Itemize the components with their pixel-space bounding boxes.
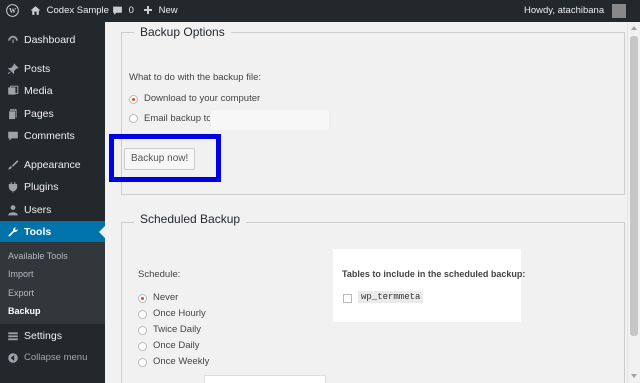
scheduled-backup-legend: Scheduled Backup	[134, 212, 247, 226]
pages-icon	[8, 109, 17, 120]
email-radio-label[interactable]: Email backup to:	[144, 113, 214, 124]
tables-panel: Tables to include in the scheduled backu…	[333, 249, 525, 322]
settings-icon	[8, 332, 18, 341]
comment-icon	[113, 6, 122, 15]
schedule-option-label[interactable]: Once Hourly	[153, 308, 206, 319]
svg-text:W: W	[9, 7, 17, 15]
email-radio[interactable]	[129, 114, 138, 123]
backup-destination-label: What to do with the backup file:	[129, 72, 262, 83]
sidebar-item-label: Appearance	[24, 159, 81, 171]
sidebar-item-media[interactable]: Media	[0, 80, 105, 102]
schedule-hourly-radio[interactable]	[138, 310, 147, 319]
account-menu[interactable]: Howdy, atachibana	[524, 0, 604, 22]
sidebar-item-label: Posts	[24, 63, 51, 75]
submenu-item-import[interactable]: Import	[8, 269, 34, 279]
sidebar-item-label: Settings	[24, 330, 62, 342]
table-name: wp_termmeta	[358, 291, 424, 303]
dashboard-icon	[8, 35, 18, 43]
schedule-never-radio[interactable]	[138, 294, 147, 303]
brush-icon	[8, 160, 19, 170]
new-content-link[interactable]: New	[143, 0, 178, 22]
backup-options-legend: Backup Options	[134, 25, 231, 39]
sidebar-item-tools[interactable]: Tools	[0, 221, 105, 243]
scrollbar-thumb[interactable]	[630, 36, 638, 336]
sidebar-item-label: Dashboard	[24, 34, 76, 46]
plug-icon	[8, 182, 18, 193]
admin-bar: W Codex Sample 0 New Howdy, atachibana	[0, 0, 640, 22]
submenu-item-export[interactable]: Export	[8, 288, 34, 298]
page-scrollbar[interactable]	[627, 22, 640, 383]
sidebar-item-comments[interactable]: Comments	[0, 125, 105, 147]
sidebar-item-label: Users	[24, 204, 52, 216]
scroll-up-arrow-icon[interactable]	[631, 26, 637, 30]
sidebar-item-label: Media	[24, 85, 53, 97]
new-label: New	[158, 5, 178, 16]
backup-now-button[interactable]: Backup now!	[124, 148, 196, 170]
sidebar-item-label: Pages	[24, 108, 54, 120]
sidebar-item-posts[interactable]: Posts	[0, 58, 105, 80]
schedule-option-label[interactable]: Once Daily	[153, 340, 199, 351]
home-icon	[30, 6, 41, 15]
schedule-option-label[interactable]: Once Weekly	[153, 356, 209, 367]
schedule-option-label[interactable]: Twice Daily	[153, 324, 201, 335]
sidebar-item-plugins[interactable]: Plugins	[0, 176, 105, 198]
sidebar-item-pages[interactable]: Pages	[0, 103, 105, 125]
schedule-weekly-radio[interactable]	[138, 358, 147, 367]
collapse-icon	[8, 353, 18, 363]
tools-submenu: Available Tools Import Export Backup	[0, 242, 105, 324]
pin-icon	[7, 63, 19, 75]
avatar[interactable]	[612, 4, 626, 18]
sidebar-item-users[interactable]: Users	[0, 199, 105, 221]
greeting: Howdy, atachibana	[524, 5, 605, 16]
media-icon	[8, 85, 19, 95]
download-radio[interactable]	[129, 95, 138, 104]
download-radio-label[interactable]: Download to your computer	[144, 93, 260, 104]
schedule-twicedaily-radio[interactable]	[138, 326, 147, 335]
comment-icon	[8, 131, 18, 141]
tables-label: Tables to include in the scheduled backu…	[342, 269, 526, 279]
user-icon	[8, 205, 18, 216]
collapse-menu-button[interactable]: Collapse menu	[0, 347, 105, 369]
submenu-item-backup[interactable]: Backup	[8, 306, 41, 316]
sidebar-item-appearance[interactable]: Appearance	[0, 154, 105, 176]
scroll-down-arrow-icon[interactable]	[631, 374, 637, 378]
admin-sidebar: Dashboard Posts Media Pages Comments App…	[0, 22, 105, 383]
email-input[interactable]	[210, 109, 330, 131]
table-name-label[interactable]: wp_termmeta	[358, 291, 424, 303]
sidebar-item-label: Collapse menu	[24, 352, 88, 363]
sidebar-item-settings[interactable]: Settings	[0, 325, 105, 347]
schedule-daily-radio[interactable]	[138, 342, 147, 351]
sidebar-item-label: Comments	[24, 130, 75, 142]
sidebar-item-label: Plugins	[24, 181, 59, 193]
main-content: Backup Options What to do with the backu…	[105, 22, 627, 383]
sidebar-item-dashboard[interactable]: Dashboard	[0, 29, 105, 51]
submenu-item-available-tools[interactable]: Available Tools	[8, 251, 68, 261]
plus-icon	[144, 6, 152, 15]
site-name: Codex Sample	[46, 5, 109, 16]
wrench-icon	[8, 227, 18, 237]
site-name-link[interactable]: Codex Sample	[30, 0, 109, 22]
table-checkbox[interactable]	[343, 294, 352, 303]
scheduled-email-input[interactable]	[204, 375, 326, 383]
wordpress-logo-icon[interactable]: W	[6, 0, 19, 22]
comments-link[interactable]: 0	[112, 0, 134, 22]
schedule-option-label[interactable]: Never	[153, 292, 178, 303]
sidebar-item-label: Tools	[24, 226, 52, 238]
comments-count: 0	[128, 5, 134, 16]
schedule-label: Schedule:	[138, 269, 181, 280]
